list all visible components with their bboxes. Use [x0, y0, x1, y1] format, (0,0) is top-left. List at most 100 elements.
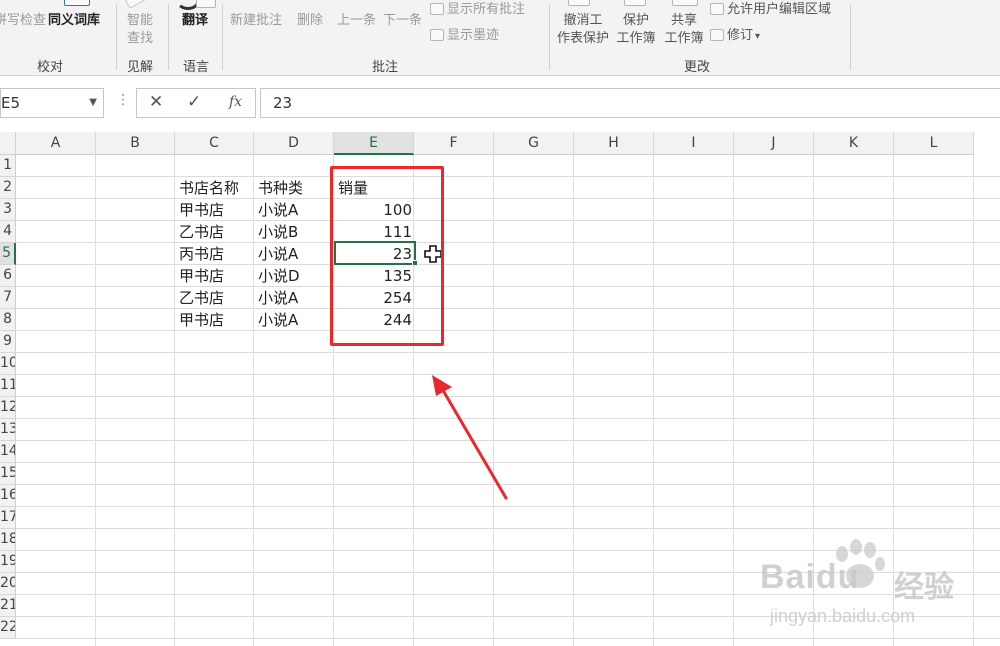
row-header-10[interactable]: 10	[0, 353, 16, 375]
row-header-17[interactable]: 17	[0, 507, 16, 529]
header-cell-store[interactable]: 书店名称	[175, 177, 255, 199]
show-all-comments-button[interactable]: 显示所有批注	[430, 1, 525, 19]
table-cell[interactable]: 小说A	[254, 199, 334, 221]
watermark-brand: Baidu	[760, 558, 860, 596]
header-cell-category[interactable]: 书种类	[254, 177, 334, 199]
track-changes-button[interactable]: 修订 ▾	[710, 27, 760, 46]
row-header-14[interactable]: 14	[0, 441, 16, 463]
previous-comment-button[interactable]: 上一条	[337, 12, 376, 30]
row-header-7[interactable]: 7	[0, 287, 16, 309]
new-comment-button[interactable]: 新建批注	[230, 12, 282, 30]
column-header-e[interactable]: E	[334, 132, 414, 155]
row-header-11[interactable]: 11	[0, 375, 16, 397]
thesaurus-button[interactable]: 同义词库	[48, 12, 100, 30]
table-cell[interactable]: 甲书店	[175, 309, 255, 331]
table-cell[interactable]: 丙书店	[175, 243, 255, 265]
smart-lookup-label-1: 智能	[126, 13, 153, 28]
ribbon-divider	[549, 4, 550, 70]
show-ink-label: 显示墨迹	[447, 28, 500, 43]
row-header-18[interactable]: 18	[0, 529, 16, 551]
column-header-j[interactable]: J	[734, 132, 814, 155]
row-header-21[interactable]: 21	[0, 595, 16, 617]
formula-bar-resize-handle[interactable]: ⋮	[116, 92, 130, 108]
table-cell[interactable]: 小说A	[254, 243, 334, 265]
cancel-icon[interactable]: ✕	[149, 92, 163, 112]
chevron-down-icon[interactable]: ▼	[89, 89, 97, 117]
gridline-horizontal	[16, 638, 1000, 639]
row-header-9[interactable]: 9	[0, 331, 16, 353]
column-header-c[interactable]: C	[175, 132, 254, 155]
protect-workbook-button[interactable]: 保护 工作簿	[614, 12, 658, 48]
proofing-group-label: 校对	[36, 60, 63, 75]
column-header-b[interactable]: B	[96, 132, 175, 155]
row-header-13[interactable]: 13	[0, 419, 16, 441]
row-header-2[interactable]: 2	[0, 177, 16, 199]
column-header-f[interactable]: F	[414, 132, 494, 155]
row-header-4[interactable]: 4	[0, 221, 16, 243]
row-header-19[interactable]: 19	[0, 551, 16, 573]
smart-lookup-label-2: 查找	[126, 31, 153, 46]
column-header-g[interactable]: G	[494, 132, 574, 155]
row-header-16[interactable]: 16	[0, 485, 16, 507]
name-box-value: E5	[1, 94, 21, 112]
gridline-horizontal	[16, 352, 1000, 353]
select-all-corner[interactable]	[0, 132, 16, 155]
table-cell[interactable]: 乙书店	[175, 287, 255, 309]
name-box[interactable]: E5 ▼	[0, 88, 104, 118]
translate-label: 翻译	[182, 13, 209, 28]
row-header-8[interactable]: 8	[0, 309, 16, 331]
allow-edit-ranges-button[interactable]: 允许用户编辑区域	[710, 1, 831, 19]
share-workbook-button[interactable]: 共享 工作簿	[662, 12, 706, 48]
row-header-22[interactable]: 22	[0, 617, 16, 639]
spell-check-button[interactable]: 拼写检查	[0, 12, 46, 30]
row-header-1[interactable]: 1	[0, 155, 16, 177]
row-header-15[interactable]: 15	[0, 463, 16, 485]
column-header-h[interactable]: H	[574, 132, 654, 155]
gridline-horizontal	[16, 330, 1000, 331]
column-header-l[interactable]: L	[894, 132, 974, 155]
show-ink-button[interactable]: 显示墨迹	[430, 27, 499, 45]
row-header-6[interactable]: 6	[0, 265, 16, 287]
column-header-a[interactable]: A	[16, 132, 96, 155]
delete-comment-button[interactable]: 删除	[297, 12, 323, 30]
gridline-horizontal	[16, 308, 1000, 309]
share-workbook-icon	[672, 0, 698, 6]
track-changes-label: 修订	[727, 28, 754, 43]
unprotect-sheet-button[interactable]: 撤消工 作表保护	[556, 12, 610, 48]
row-header-5[interactable]: 5	[0, 243, 16, 265]
gridline-horizontal	[16, 462, 1000, 463]
table-cell[interactable]: 小说A	[254, 287, 334, 309]
table-cell[interactable]: 小说A	[254, 309, 334, 331]
comments-icon	[430, 3, 444, 15]
column-header-k[interactable]: K	[814, 132, 894, 155]
insert-function-icon[interactable]: fx	[229, 94, 242, 110]
formula-input[interactable]: 23	[260, 88, 1000, 118]
unprotect-sheet-label-1: 撤消工	[563, 13, 603, 28]
column-header-i[interactable]: I	[654, 132, 734, 155]
next-comment-button[interactable]: 下一条	[383, 12, 422, 30]
gridline-horizontal	[16, 440, 1000, 441]
row-header-20[interactable]: 20	[0, 573, 16, 595]
gridline-horizontal	[16, 176, 1000, 177]
table-cell[interactable]: 乙书店	[175, 221, 255, 243]
track-changes-icon	[710, 29, 724, 41]
table-cell[interactable]: 甲书店	[175, 265, 255, 287]
row-header-3[interactable]: 3	[0, 199, 16, 221]
translate-button[interactable]: 翻译	[182, 12, 208, 30]
formula-tools: ✕ ✓ fx	[136, 88, 256, 118]
row-header-12[interactable]: 12	[0, 397, 16, 419]
ink-icon	[430, 29, 444, 41]
show-all-comments-label: 显示所有批注	[447, 2, 526, 17]
smart-lookup-button[interactable]: 智能 查找	[124, 12, 156, 48]
next-comment-label: 下一条	[383, 13, 423, 28]
watermark-brand-cn: 经验	[894, 571, 954, 604]
table-cell[interactable]: 小说D	[254, 265, 334, 287]
baidu-watermark: Baidu 经验 jingyan.baidu.com	[760, 538, 996, 638]
enter-icon[interactable]: ✓	[187, 92, 201, 112]
column-header-d[interactable]: D	[254, 132, 334, 155]
gridline-horizontal	[16, 396, 1000, 397]
gridline-horizontal	[16, 242, 1000, 243]
unprotect-sheet-label-2: 作表保护	[556, 31, 609, 46]
table-cell[interactable]: 小说B	[254, 221, 334, 243]
table-cell[interactable]: 甲书店	[175, 199, 255, 221]
